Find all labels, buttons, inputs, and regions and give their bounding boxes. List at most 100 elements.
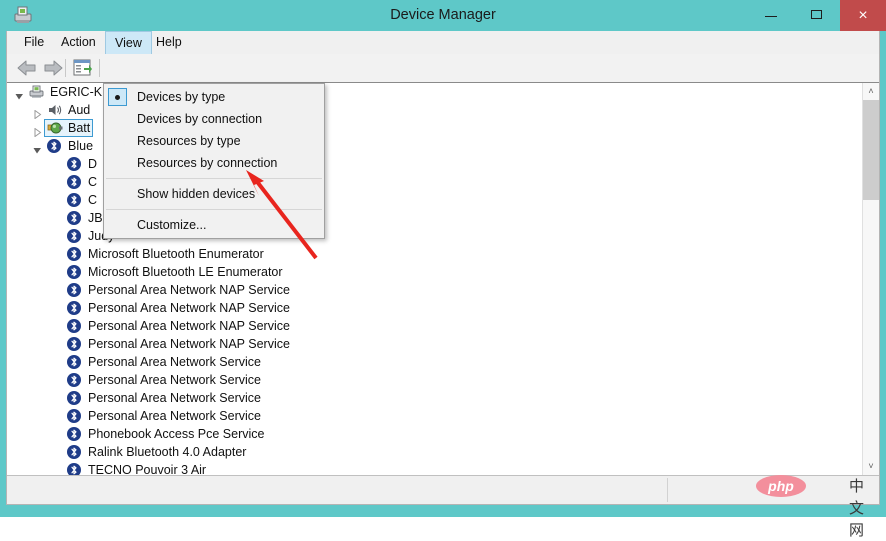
toolbar-separator-2 (99, 59, 100, 77)
bluetooth-icon (67, 193, 81, 207)
bluetooth-icon (67, 373, 81, 387)
maximize-icon (811, 10, 822, 19)
tree-node-label: Personal Area Network Service (88, 373, 261, 387)
bluetooth-icon (67, 265, 81, 279)
view-menu-item-label: Resources by connection (137, 156, 278, 170)
view-menu-item[interactable]: Resources by connection (104, 152, 324, 174)
tree-node[interactable]: Personal Area Network NAP Service (7, 299, 862, 317)
tree-node[interactable]: Microsoft Bluetooth LE Enumerator (7, 263, 862, 281)
view-menu-item[interactable]: Devices by connection (104, 108, 324, 130)
toolbar-separator-1 (65, 59, 66, 77)
tree-node-label: Personal Area Network NAP Service (88, 337, 290, 351)
menu-file[interactable]: File (15, 31, 53, 54)
tree-node[interactable]: Personal Area Network NAP Service (7, 317, 862, 335)
view-menu-item-label: Devices by type (137, 90, 226, 104)
bluetooth-icon (67, 409, 81, 423)
tree-node-label: EGRIC-K (50, 85, 103, 99)
tree-node[interactable]: Personal Area Network Service (7, 353, 862, 371)
tree-node[interactable]: Personal Area Network Service (7, 371, 862, 389)
tree-node-label: Microsoft Bluetooth LE Enumerator (88, 265, 283, 279)
tree-node-label: Microsoft Bluetooth Enumerator (88, 247, 264, 261)
computer-icon (29, 84, 45, 100)
twisty-collapsed-icon[interactable] (33, 106, 42, 120)
maximize-button[interactable] (794, 0, 840, 31)
tree-node-label: Ralink Bluetooth 4.0 Adapter (88, 445, 247, 459)
view-menu-item[interactable]: Devices by type (104, 86, 324, 108)
twisty-collapsed-icon[interactable] (33, 124, 42, 138)
bluetooth-icon (67, 463, 81, 475)
view-dropdown-menu: Devices by type Devices by connection Reso… (103, 83, 325, 239)
bluetooth-icon (67, 355, 81, 369)
speaker-icon (47, 102, 63, 118)
title-bar: Device Manager × (0, 0, 886, 31)
tree-node[interactable]: Phonebook Access Pce Service (7, 425, 862, 443)
view-menu-item[interactable]: Customize... (104, 214, 324, 236)
menu-action[interactable]: Action (52, 31, 105, 54)
battery-icon (47, 120, 63, 136)
bluetooth-icon (67, 337, 81, 351)
tree-node-label: Personal Area Network Service (88, 355, 261, 369)
view-menu-item-label: Customize... (137, 218, 207, 232)
bluetooth-icon (67, 427, 81, 441)
tree-node-label: Batt (68, 121, 91, 135)
view-menu-item[interactable]: Resources by type (104, 130, 324, 152)
menu-help[interactable]: Help (147, 31, 191, 54)
status-separator (667, 478, 668, 502)
tree-node-label: Phonebook Access Pce Service (88, 427, 265, 441)
php-badge: php (756, 475, 806, 497)
vertical-scrollbar[interactable]: ˄ ˅ (862, 83, 879, 475)
toolbar (7, 54, 879, 83)
view-menu-item-label: Resources by type (137, 134, 241, 148)
bluetooth-icon (67, 229, 81, 243)
status-bar (7, 475, 879, 504)
tree-node-label: Personal Area Network NAP Service (88, 319, 290, 333)
properties-icon[interactable] (73, 59, 93, 77)
tree-node[interactable]: Personal Area Network NAP Service (7, 335, 862, 353)
tree-node-label: Aud (68, 103, 91, 117)
tree-node-label: TECNO Pouvoir 3 Air (88, 463, 207, 475)
tree-node-label: Personal Area Network NAP Service (88, 283, 290, 297)
forward-icon[interactable] (41, 60, 63, 76)
tree-node[interactable]: Personal Area Network Service (7, 389, 862, 407)
tree-node-label: Blue (68, 139, 94, 153)
bluetooth-icon (67, 391, 81, 405)
view-menu-item[interactable]: Show hidden devices (104, 183, 324, 205)
scrollbar-thumb[interactable] (863, 100, 879, 200)
scroll-down-icon[interactable]: ˅ (863, 458, 879, 475)
close-button[interactable]: × (840, 0, 886, 31)
bluetooth-icon (67, 211, 81, 225)
back-icon[interactable] (17, 60, 39, 76)
menu-separator (106, 178, 322, 179)
tree-node[interactable]: Personal Area Network NAP Service (7, 281, 862, 299)
bluetooth-icon (47, 139, 61, 153)
twisty-expanded-icon[interactable] (15, 88, 24, 100)
tree-node-label: D (88, 157, 98, 171)
tree-node[interactable]: Personal Area Network Service (7, 407, 862, 425)
client-area: File Action View Help EGRIC-K Aud Batt B… (6, 31, 880, 505)
menu-bar: File Action View Help (7, 31, 879, 55)
tree-node-label: Personal Area Network Service (88, 391, 261, 405)
tree-node-label: C (88, 193, 98, 207)
watermark-text: 中文网 (848, 477, 864, 539)
tree-node[interactable]: Ralink Bluetooth 4.0 Adapter (7, 443, 862, 461)
twisty-expanded-icon[interactable] (33, 142, 42, 154)
view-menu-item-label: Show hidden devices (137, 187, 256, 201)
minimize-icon (765, 16, 777, 17)
menu-view[interactable]: View (105, 31, 152, 54)
tree-node[interactable]: TECNO Pouvoir 3 Air (7, 461, 862, 475)
bluetooth-icon (67, 283, 81, 297)
device-manager-window: Device Manager × File Action View Help E… (0, 0, 886, 539)
scroll-up-icon[interactable]: ˄ (863, 83, 879, 100)
tree-node-label: Personal Area Network Service (88, 409, 261, 423)
bluetooth-icon (67, 247, 81, 261)
close-icon: × (858, 7, 868, 24)
tree-node[interactable]: Microsoft Bluetooth Enumerator (7, 245, 862, 263)
menu-separator (106, 209, 322, 210)
radio-checked-icon (108, 88, 127, 106)
bluetooth-icon (67, 319, 81, 333)
minimize-button[interactable] (748, 0, 794, 31)
bluetooth-icon (67, 445, 81, 459)
tree-node-label: Personal Area Network NAP Service (88, 301, 290, 315)
tree-node-label: C (88, 175, 98, 189)
bluetooth-icon (67, 175, 81, 189)
